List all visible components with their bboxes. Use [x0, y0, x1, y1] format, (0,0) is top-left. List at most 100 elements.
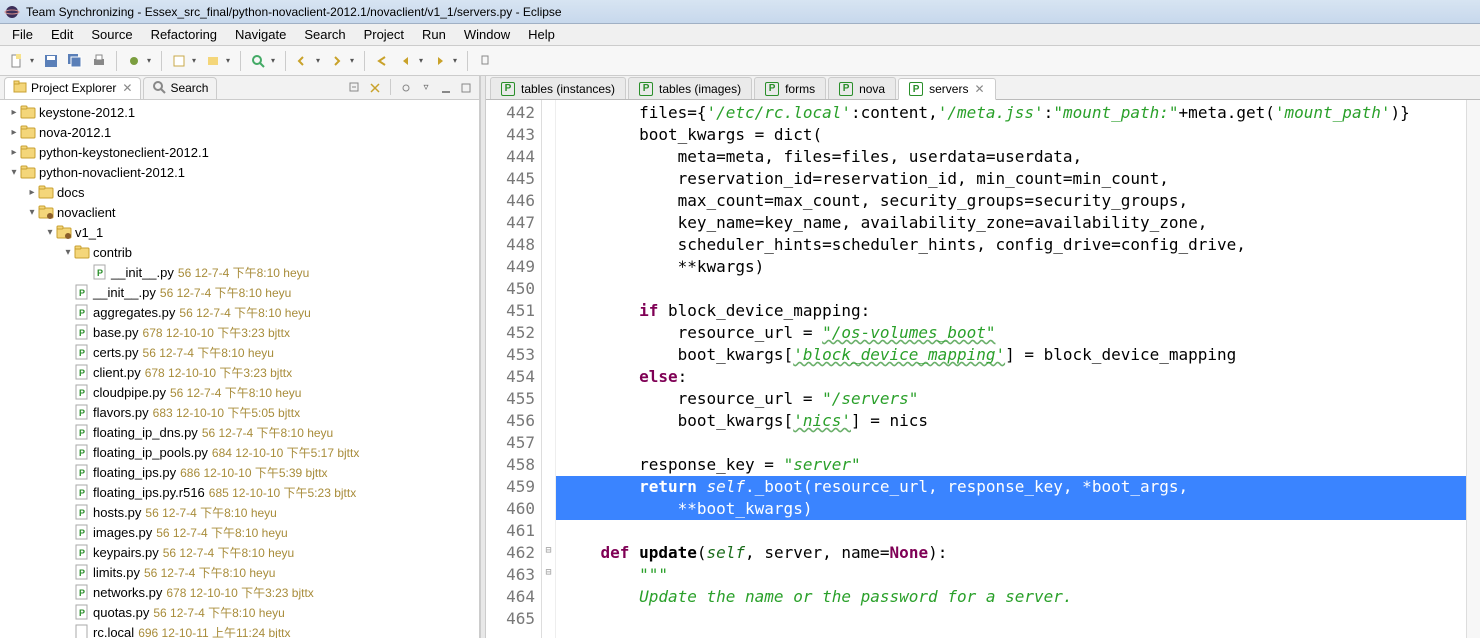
- last-edit-button[interactable]: [371, 50, 393, 72]
- tree-icon: P: [74, 504, 90, 520]
- editor-tab-nova[interactable]: Pnova: [828, 77, 896, 99]
- file-quotas.py[interactable]: Pquotas.py56 12-7-4 下午8:10 heyu: [0, 602, 479, 622]
- editor-body[interactable]: 4424434444454464474484494504514524534544…: [486, 100, 1480, 638]
- new-dropdown[interactable]: ▾: [30, 56, 38, 65]
- pin-button[interactable]: [474, 50, 496, 72]
- search-dropdown[interactable]: ▾: [271, 56, 279, 65]
- annotation-prev-dd[interactable]: ▾: [316, 56, 324, 65]
- file-flavors.py[interactable]: Pflavors.py683 12-10-10 下午5:05 bjttx: [0, 402, 479, 422]
- line-number-gutter[interactable]: 4424434444454464474484494504514524534544…: [486, 100, 542, 638]
- overview-ruler[interactable]: [1466, 100, 1480, 638]
- project-python-novaclient-2012.1[interactable]: ▾python-novaclient-2012.1: [0, 162, 479, 182]
- minimize-button[interactable]: [437, 79, 455, 97]
- file-certs.py[interactable]: Pcerts.py56 12-7-4 下午8:10 heyu: [0, 342, 479, 362]
- save-button[interactable]: [40, 50, 62, 72]
- annotation-next-button[interactable]: [326, 50, 348, 72]
- twistie-icon[interactable]: ▸: [8, 147, 20, 158]
- folder-v1_1[interactable]: ▾v1_1: [0, 222, 479, 242]
- file-aggregates.py[interactable]: Paggregates.py56 12-7-4 下午8:10 heyu: [0, 302, 479, 322]
- file-rc.local[interactable]: rc.local696 12-10-11 上午11:24 bjttx: [0, 622, 479, 638]
- file-limits.py[interactable]: Plimits.py56 12-7-4 下午8:10 heyu: [0, 562, 479, 582]
- twistie-icon[interactable]: ▸: [8, 107, 20, 118]
- editor-tab-forms[interactable]: Pforms: [754, 77, 826, 99]
- back-button[interactable]: [395, 50, 417, 72]
- project-keystone-2012.1[interactable]: ▸keystone-2012.1: [0, 102, 479, 122]
- menu-search[interactable]: Search: [296, 25, 353, 44]
- twistie-icon[interactable]: ▾: [26, 207, 38, 218]
- menu-help[interactable]: Help: [520, 25, 563, 44]
- editor-tab-tables-instances-[interactable]: Ptables (instances): [490, 77, 626, 99]
- menu-edit[interactable]: Edit: [43, 25, 81, 44]
- tree-item-meta: 684 12-10-10 下午5:17 bjttx: [212, 444, 359, 461]
- project-nova-2012.1[interactable]: ▸nova-2012.1: [0, 122, 479, 142]
- folder-novaclient[interactable]: ▾novaclient: [0, 202, 479, 222]
- print-button[interactable]: [88, 50, 110, 72]
- titlebar: Team Synchronizing - Essex_src_final/pyt…: [0, 0, 1480, 24]
- link-editor-button[interactable]: [366, 79, 384, 97]
- twistie-icon[interactable]: ▸: [8, 127, 20, 138]
- save-all-button[interactable]: [64, 50, 86, 72]
- menu-source[interactable]: Source: [83, 25, 140, 44]
- new-package-button[interactable]: [202, 50, 224, 72]
- project-python-keystoneclient-2012.1[interactable]: ▸python-keystoneclient-2012.1: [0, 142, 479, 162]
- file-cloudpipe.py[interactable]: Pcloudpipe.py56 12-7-4 下午8:10 heyu: [0, 382, 479, 402]
- folder-contrib[interactable]: ▾contrib: [0, 242, 479, 262]
- new-package-dropdown[interactable]: ▾: [226, 56, 234, 65]
- collapse-all-button[interactable]: [346, 79, 364, 97]
- tree-item-label: docs: [57, 185, 84, 200]
- tree-icon: P: [74, 404, 90, 420]
- file-floating_ip_dns.py[interactable]: Pfloating_ip_dns.py56 12-7-4 下午8:10 heyu: [0, 422, 479, 442]
- debug-button[interactable]: [123, 50, 145, 72]
- twistie-icon[interactable]: ▾: [8, 167, 20, 178]
- tree-item-label: __init__.py: [93, 285, 156, 300]
- new-class-button[interactable]: [168, 50, 190, 72]
- twistie-icon[interactable]: ▾: [44, 227, 56, 238]
- fold-column[interactable]: ⊟⊟: [542, 100, 556, 638]
- menu-run[interactable]: Run: [414, 25, 454, 44]
- new-class-dropdown[interactable]: ▾: [192, 56, 200, 65]
- menu-refactoring[interactable]: Refactoring: [143, 25, 225, 44]
- file-floating_ips.py.r516[interactable]: Pfloating_ips.py.r516685 12-10-10 下午5:23…: [0, 482, 479, 502]
- maximize-button[interactable]: [457, 79, 475, 97]
- file-images.py[interactable]: Pimages.py56 12-7-4 下午8:10 heyu: [0, 522, 479, 542]
- close-icon[interactable]: ✕: [974, 82, 984, 96]
- forward-button[interactable]: [429, 50, 451, 72]
- file-floating_ip_pools.py[interactable]: Pfloating_ip_pools.py684 12-10-10 下午5:17…: [0, 442, 479, 462]
- file-hosts.py[interactable]: Phosts.py56 12-7-4 下午8:10 heyu: [0, 502, 479, 522]
- file-keypairs.py[interactable]: Pkeypairs.py56 12-7-4 下午8:10 heyu: [0, 542, 479, 562]
- annotation-prev-button[interactable]: [292, 50, 314, 72]
- project-tree[interactable]: ▸keystone-2012.1▸nova-2012.1▸python-keys…: [0, 100, 479, 638]
- tree-icon: [74, 624, 90, 638]
- editor-tab-tables-images-[interactable]: Ptables (images): [628, 77, 752, 99]
- file-base.py[interactable]: Pbase.py678 12-10-10 下午3:23 bjttx: [0, 322, 479, 342]
- folder-docs[interactable]: ▸ docs: [0, 182, 479, 202]
- twistie-icon[interactable]: ▸: [26, 187, 38, 198]
- menu-file[interactable]: File: [4, 25, 41, 44]
- tree-item-meta: 696 12-10-11 上午11:24 bjttx: [138, 624, 290, 638]
- close-icon[interactable]: ✕: [122, 81, 132, 95]
- editor-tab-label: servers: [929, 82, 968, 96]
- menu-navigate[interactable]: Navigate: [227, 25, 294, 44]
- menu-window[interactable]: Window: [456, 25, 518, 44]
- file-networks.py[interactable]: Pnetworks.py678 12-10-10 下午3:23 bjttx: [0, 582, 479, 602]
- tree-icon: P: [74, 564, 90, 580]
- twistie-icon[interactable]: ▾: [62, 247, 74, 258]
- forward-dd[interactable]: ▾: [453, 56, 461, 65]
- tree-item-meta: 56 12-7-4 下午8:10 heyu: [202, 424, 333, 441]
- file-__init__.py[interactable]: P__init__.py56 12-7-4 下午8:10 heyu: [0, 262, 479, 282]
- editor-tab-servers[interactable]: Pservers✕: [898, 78, 995, 100]
- menu-project[interactable]: Project: [356, 25, 412, 44]
- file-client.py[interactable]: Pclient.py678 12-10-10 下午3:23 bjttx: [0, 362, 479, 382]
- file-floating_ips.py[interactable]: Pfloating_ips.py686 12-10-10 下午5:39 bjtt…: [0, 462, 479, 482]
- tab-project-explorer[interactable]: Project Explorer ✕: [4, 77, 141, 99]
- debug-dropdown[interactable]: ▾: [147, 56, 155, 65]
- new-button[interactable]: [6, 50, 28, 72]
- file-__init__.py[interactable]: P__init__.py56 12-7-4 下午8:10 heyu: [0, 282, 479, 302]
- tab-search[interactable]: Search: [143, 77, 217, 99]
- view-menu-button[interactable]: ▿: [417, 79, 435, 97]
- back-dd[interactable]: ▾: [419, 56, 427, 65]
- focus-button[interactable]: [397, 79, 415, 97]
- code-area[interactable]: files={'/etc/rc.local':content,'/meta.js…: [556, 100, 1466, 638]
- annotation-next-dd[interactable]: ▾: [350, 56, 358, 65]
- search-button[interactable]: [247, 50, 269, 72]
